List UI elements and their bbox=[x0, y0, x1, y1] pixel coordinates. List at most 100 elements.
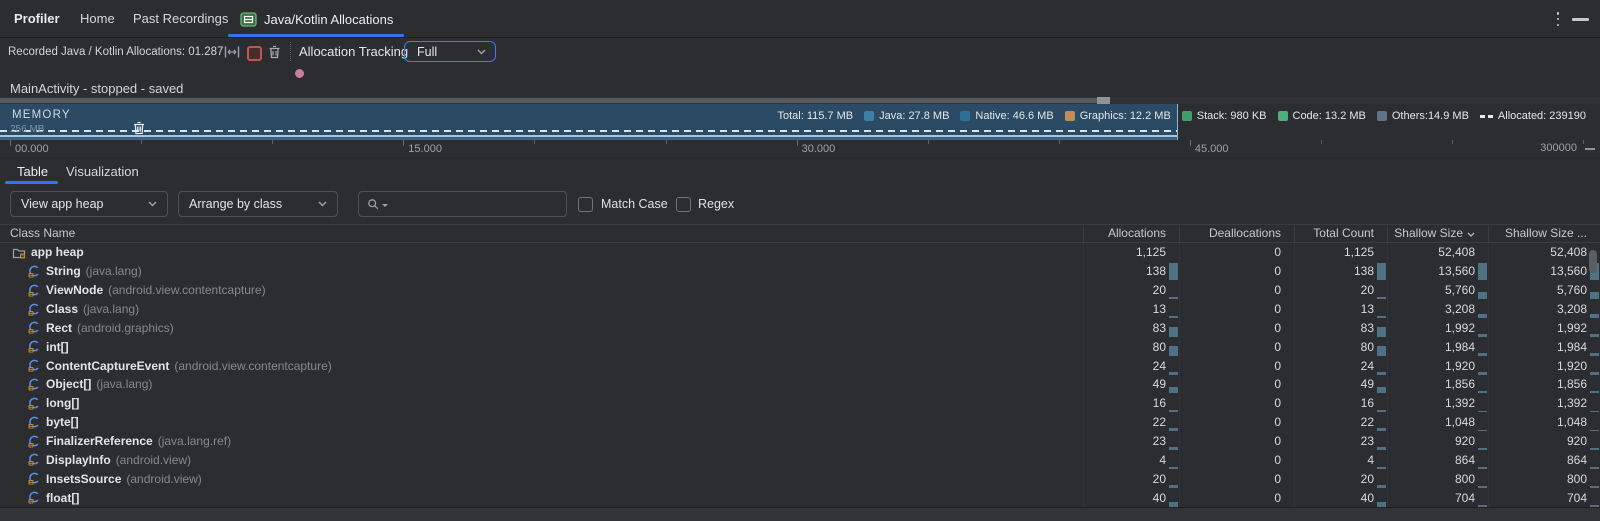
class-name: ContentCaptureEvent bbox=[46, 359, 169, 373]
heap-select[interactable]: View app heap bbox=[10, 191, 168, 217]
top-tab-bar: Profiler Home Past Recordings Java/Kotli… bbox=[0, 0, 1600, 38]
column-header-label: Shallow Size bbox=[1394, 226, 1463, 240]
cell-value: 40 bbox=[1153, 491, 1166, 505]
cell-value: 1,125 bbox=[1344, 245, 1374, 259]
minimize-icon[interactable] bbox=[1572, 18, 1589, 21]
legend-swatch bbox=[864, 111, 874, 121]
package-name: (android.view) bbox=[126, 472, 201, 486]
class-name-cell: app heap bbox=[0, 243, 1083, 262]
delete-recording-icon[interactable] bbox=[268, 45, 281, 59]
table-row[interactable]: InsetsSource(android.view)20020800800 bbox=[0, 469, 1600, 488]
cell-value: 52,408 bbox=[1438, 245, 1475, 259]
tab-visualization[interactable]: Visualization bbox=[66, 159, 139, 184]
column-header-allocations[interactable]: Allocations bbox=[1083, 225, 1179, 242]
tab-home[interactable]: Home bbox=[80, 0, 115, 38]
column-header-shallow-size[interactable]: Shallow Size ... bbox=[1488, 225, 1600, 242]
class-icon bbox=[28, 435, 41, 448]
value-cell: 0 bbox=[1179, 450, 1294, 469]
table-row[interactable]: ContentCaptureEvent(android.view.content… bbox=[0, 356, 1600, 375]
value-cell: 40 bbox=[1083, 488, 1179, 507]
cell-value: 40 bbox=[1361, 491, 1374, 505]
legend-item: Native: 46.6 MB bbox=[960, 110, 1053, 122]
value-cell: 0 bbox=[1179, 413, 1294, 432]
cell-value: 20 bbox=[1153, 283, 1166, 297]
value-cell: 920 bbox=[1488, 432, 1600, 451]
class-icon bbox=[28, 453, 41, 466]
cell-value: 13 bbox=[1361, 302, 1374, 316]
table-row[interactable]: Rect(android.graphics)830831,9921,992 bbox=[0, 318, 1600, 337]
cell-magnitude-bar bbox=[1377, 327, 1386, 337]
stop-recording-button[interactable] bbox=[247, 46, 262, 61]
horizontal-scrollbar-cap[interactable] bbox=[1097, 97, 1110, 104]
zoom-to-fit-icon[interactable] bbox=[224, 45, 240, 59]
legend-item: Code: 13.2 MB bbox=[1278, 110, 1366, 122]
table-row[interactable]: ViewNode(android.view.contentcapture)200… bbox=[0, 281, 1600, 300]
horizontal-scrollbar-thumb[interactable] bbox=[0, 98, 1097, 103]
cell-magnitude-bar bbox=[1478, 292, 1487, 299]
cell-magnitude-bar bbox=[1169, 346, 1178, 356]
value-cell: 1,048 bbox=[1387, 413, 1488, 432]
table-row[interactable]: byte[]220221,0481,048 bbox=[0, 413, 1600, 432]
legend-label: Allocated: 239190 bbox=[1498, 110, 1586, 122]
cell-magnitude-bar bbox=[1590, 314, 1599, 318]
chevron-down-icon bbox=[318, 201, 327, 207]
column-header-shallow-size[interactable]: Shallow Size bbox=[1387, 225, 1488, 242]
vertical-scrollbar-thumb[interactable] bbox=[1589, 250, 1597, 273]
cell-value: 704 bbox=[1455, 491, 1475, 505]
table-row[interactable]: long[]160161,3921,392 bbox=[0, 394, 1600, 413]
table-row[interactable]: FinalizerReference(java.lang.ref)2302392… bbox=[0, 432, 1600, 451]
horizontal-scrollbar[interactable] bbox=[0, 97, 1600, 104]
legend-swatch bbox=[960, 111, 970, 121]
column-header-label: Allocations bbox=[1108, 226, 1166, 240]
gc-event-icon[interactable] bbox=[133, 121, 145, 135]
legend-label: Graphics: 12.2 MB bbox=[1080, 110, 1171, 122]
value-cell: 1,125 bbox=[1083, 243, 1179, 262]
class-name-cell: DisplayInfo(android.view) bbox=[0, 450, 1083, 469]
search-history-caret-icon[interactable] bbox=[382, 204, 388, 210]
column-header-class-name[interactable]: Class Name bbox=[0, 225, 1083, 242]
search-input[interactable] bbox=[390, 196, 558, 212]
cell-value: 13,560 bbox=[1550, 264, 1587, 278]
column-header-label: Deallocations bbox=[1209, 226, 1281, 240]
tab-java-kotlin-allocations[interactable]: Java/Kotlin Allocations bbox=[240, 0, 393, 38]
value-cell: 0 bbox=[1179, 356, 1294, 375]
column-header-deallocations[interactable]: Deallocations bbox=[1179, 225, 1294, 242]
tab-past-recordings[interactable]: Past Recordings bbox=[133, 0, 228, 38]
cell-value: 920 bbox=[1567, 434, 1587, 448]
match-case-label: Match Case bbox=[601, 185, 668, 224]
table-row[interactable]: int[]800801,9841,984 bbox=[0, 337, 1600, 356]
value-cell: 0 bbox=[1179, 375, 1294, 394]
cell-value: 3,208 bbox=[1557, 302, 1587, 316]
cell-value: 13 bbox=[1153, 302, 1166, 316]
class-name: String bbox=[46, 264, 81, 278]
timeline[interactable]: 300000 00.00015.00030.00045.000 bbox=[0, 140, 1600, 158]
cell-value: 0 bbox=[1274, 245, 1281, 259]
table-row[interactable]: app heap1,12501,12552,40852,408 bbox=[0, 243, 1600, 262]
match-case-checkbox[interactable] bbox=[578, 197, 593, 212]
class-name: float[] bbox=[46, 491, 79, 505]
table-row[interactable]: String(java.lang)138013813,56013,560 bbox=[0, 262, 1600, 281]
cell-magnitude-bar bbox=[1169, 327, 1178, 337]
legend-label: Code: 13.2 MB bbox=[1293, 110, 1366, 122]
cell-value: 4 bbox=[1367, 453, 1374, 467]
search-box[interactable] bbox=[358, 191, 567, 217]
table-row[interactable]: Object[](java.lang)490491,8561,856 bbox=[0, 375, 1600, 394]
arrange-select[interactable]: Arrange by class bbox=[178, 191, 338, 217]
table-row[interactable]: DisplayInfo(android.view)404864864 bbox=[0, 450, 1600, 469]
cell-magnitude-bar bbox=[1169, 502, 1178, 507]
status-bar bbox=[0, 507, 1600, 521]
cell-value: 0 bbox=[1274, 434, 1281, 448]
table-row[interactable]: Class(java.lang)130133,2083,208 bbox=[0, 300, 1600, 319]
kebab-menu-icon[interactable] bbox=[1552, 12, 1564, 26]
value-cell: 22 bbox=[1294, 413, 1387, 432]
column-header-total-count[interactable]: Total Count bbox=[1294, 225, 1387, 242]
table-row[interactable]: float[]40040704704 bbox=[0, 488, 1600, 507]
allocation-tracking-select[interactable]: Full bbox=[404, 41, 496, 62]
regex-checkbox[interactable] bbox=[676, 197, 691, 212]
cell-value: 5,760 bbox=[1445, 283, 1475, 297]
cell-value: 22 bbox=[1361, 415, 1374, 429]
legend-label: Java: 27.8 MB bbox=[879, 110, 949, 122]
memory-legend: Total: 115.7 MBJava: 27.8 MBNative: 46.6… bbox=[777, 110, 1586, 122]
cell-value: 23 bbox=[1153, 434, 1166, 448]
cell-value: 22 bbox=[1153, 415, 1166, 429]
